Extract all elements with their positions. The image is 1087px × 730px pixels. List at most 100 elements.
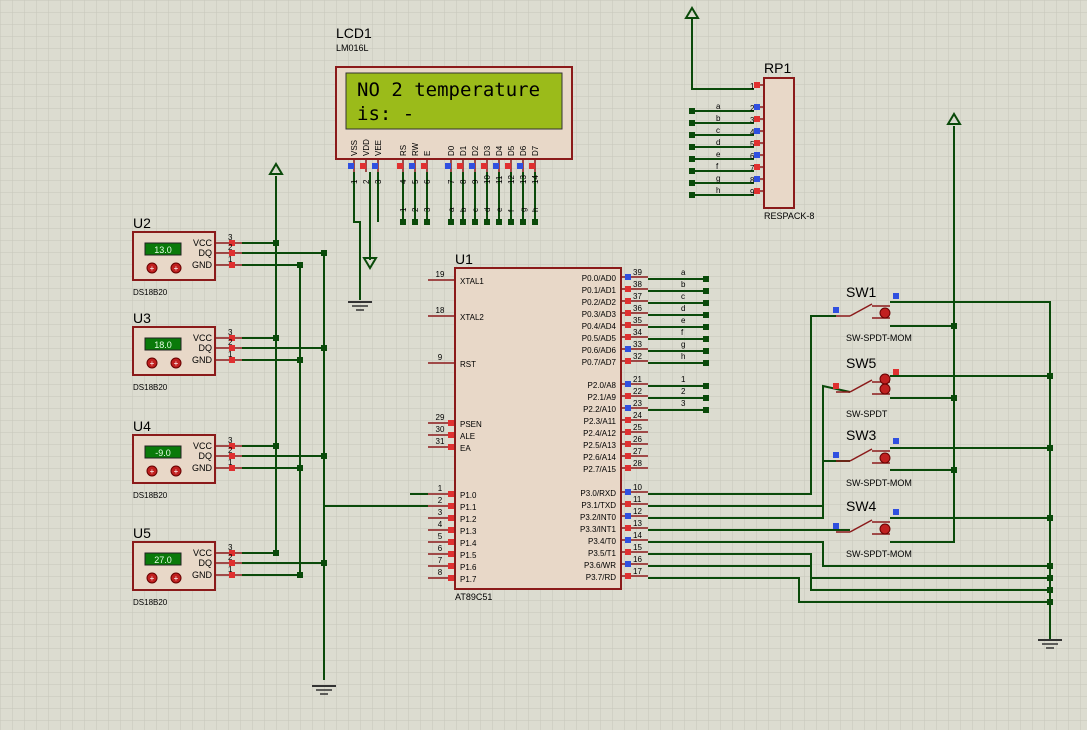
mcu-right-pin-number: 36 <box>633 304 642 313</box>
pin-state-marker <box>833 383 839 389</box>
mcu-right-pin-name: P2.7/A15 <box>583 465 616 474</box>
lcd-pin-number: 14 <box>531 175 540 184</box>
respack-net-label: h <box>716 186 720 195</box>
pin-state-marker <box>625 453 631 459</box>
mcu-right-pin-number: 35 <box>633 316 642 325</box>
pin-state-marker <box>625 322 631 328</box>
mcu-net-label: c <box>681 292 685 301</box>
junction-dot <box>703 407 709 413</box>
lcd-data-net-label: e <box>495 207 504 212</box>
mcu-right-pin-name: P3.5/T1 <box>588 549 617 558</box>
junction-dot <box>703 395 709 401</box>
pin-state-marker <box>625 346 631 352</box>
mcu-net-label: b <box>681 280 686 289</box>
sensor-reading: 13.0 <box>154 245 172 255</box>
pin-state-marker <box>448 420 454 426</box>
mcu-right-pin-number: 32 <box>633 352 642 361</box>
mcu-right-pin-number: 11 <box>633 495 642 504</box>
sensor-adjust-glyph: + <box>174 264 179 273</box>
pin-state-marker <box>448 527 454 533</box>
mcu-right-pin-name: P0.6/AD6 <box>582 346 617 355</box>
mcu-part-label: AT89C51 <box>455 592 492 602</box>
mcu-right-pin-name: P3.6/WR <box>584 561 616 570</box>
mcu-right-pin-number: 15 <box>633 543 642 552</box>
lcd-ctrl-net-label: 1 <box>399 207 408 212</box>
junction-dot <box>424 219 430 225</box>
pin-state-marker <box>625 441 631 447</box>
junction-dot <box>703 360 709 366</box>
pin-state-marker <box>625 358 631 364</box>
pin-state-marker <box>893 438 899 444</box>
sensor-adjust-glyph: + <box>150 264 155 273</box>
sensor-ref-label: U3 <box>133 310 151 326</box>
pin-state-marker <box>893 369 899 375</box>
switch-part-label: SW-SPDT-MOM <box>846 333 912 343</box>
pin-state-marker <box>229 357 235 363</box>
pin-state-marker <box>229 465 235 471</box>
junction-dot <box>400 219 406 225</box>
mcu-left-pin-name: PSEN <box>460 420 482 429</box>
lcd-line-1: NO 2 temperature <box>357 79 540 101</box>
mcu-net-label: 3 <box>681 399 686 408</box>
mcu-net-label: 2 <box>681 387 686 396</box>
pin-state-marker <box>448 551 454 557</box>
lcd-pin-number: 8 <box>459 179 468 184</box>
pin-state-marker <box>448 503 454 509</box>
pin-state-marker <box>625 417 631 423</box>
switch-actuator-button[interactable] <box>879 307 891 319</box>
mcu-left-pin-number: 1 <box>438 484 443 493</box>
junction-dot <box>689 132 695 138</box>
mcu-left-pin-number: 18 <box>436 306 445 315</box>
switch-actuator-button[interactable] <box>879 523 891 535</box>
lcd-pin-number: 3 <box>374 179 383 184</box>
switch-actuator-button[interactable] <box>879 383 891 395</box>
mcu-right-pin-number: 27 <box>633 447 642 456</box>
junction-dot <box>1047 515 1053 521</box>
junction-dot <box>703 312 709 318</box>
mcu-right-pin-name: P3.4/T0 <box>588 537 617 546</box>
mcu-left-pin-number: 8 <box>438 568 443 577</box>
mcu-right-pin-name: P0.3/AD3 <box>582 310 617 319</box>
pin-state-marker <box>457 163 463 169</box>
sensor-part-label: DS18B20 <box>133 491 168 500</box>
lcd-ctrl-net-label: 2 <box>411 207 420 212</box>
junction-dot <box>703 348 709 354</box>
schematic-canvas: LCD1 LM016L NO 2 temperature is: - VSS 1 VDD 2… <box>0 0 1087 730</box>
mcu-right-pin-name: P0.1/AD1 <box>582 286 617 295</box>
mcu-left-pin-number: 4 <box>438 520 443 529</box>
pin-state-marker <box>625 465 631 471</box>
pin-state-marker <box>754 82 760 88</box>
sensor-reading: -9.0 <box>155 448 171 458</box>
switch-actuator-button[interactable] <box>879 452 891 464</box>
mcu-left-pin-name: P1.4 <box>460 539 477 548</box>
pin-state-marker <box>229 572 235 578</box>
pin-state-marker <box>754 128 760 134</box>
pin-state-marker <box>448 444 454 450</box>
junction-dot <box>532 219 538 225</box>
pin-state-marker <box>625 561 631 567</box>
junction-dot <box>703 276 709 282</box>
mcu-left-pin-name: RST <box>460 360 476 369</box>
pin-state-marker <box>754 188 760 194</box>
junction-dot <box>520 219 526 225</box>
junction-dot <box>496 219 502 225</box>
switch-actuator-button[interactable] <box>879 373 891 385</box>
junction-dot <box>689 192 695 198</box>
junction-dot <box>689 156 695 162</box>
mcu-net-label: a <box>681 268 686 277</box>
sensor-adjust-glyph: + <box>174 574 179 583</box>
mcu-right-pin-number: 39 <box>633 268 642 277</box>
mcu-left-pin-name: XTAL1 <box>460 277 484 286</box>
lcd-ref-label: LCD1 <box>336 25 372 41</box>
junction-dot <box>1047 587 1053 593</box>
mcu-net-label: e <box>681 316 686 325</box>
junction-dot <box>689 120 695 126</box>
pin-state-marker <box>505 163 511 169</box>
mcu-left-pin-name: P1.6 <box>460 563 477 572</box>
pin-state-marker <box>625 429 631 435</box>
mcu-right-pin-number: 23 <box>633 399 642 408</box>
lcd-data-net-label: h <box>531 208 540 212</box>
sensor-part-label: DS18B20 <box>133 598 168 607</box>
mcu-right-pin-name: P2.2/A10 <box>583 405 616 414</box>
mcu-right-pin-name: P2.1/A9 <box>588 393 617 402</box>
